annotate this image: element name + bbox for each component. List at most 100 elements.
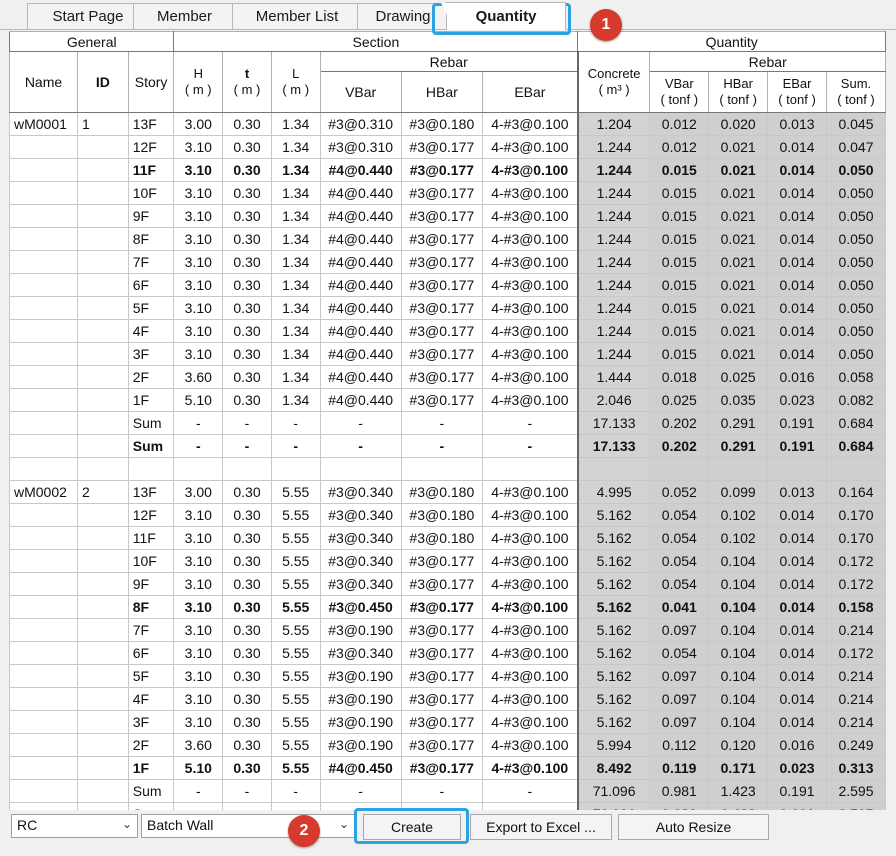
cell-q-ebar[interactable]: 0.014 <box>767 572 827 596</box>
cell-h[interactable]: 3.10 <box>173 250 224 274</box>
cell-q-ebar[interactable]: 0.014 <box>767 595 827 619</box>
cell-t[interactable]: 0.30 <box>222 503 272 527</box>
tab-quantity[interactable]: Quantity <box>441 2 566 31</box>
cell-vbar[interactable]: #3@0.190 <box>319 664 402 688</box>
cell-l[interactable]: 5.55 <box>270 756 321 780</box>
cell-story[interactable]: 12F <box>127 135 175 159</box>
cell-q-ebar[interactable] <box>767 457 827 481</box>
cell-q-vbar[interactable]: 0.054 <box>649 503 710 527</box>
cell-ebar[interactable]: 4-#3@0.100 <box>481 319 579 343</box>
cell-q-vbar[interactable]: 0.054 <box>649 572 710 596</box>
cell-q-sum[interactable]: 0.684 <box>825 411 886 435</box>
cell-concrete[interactable]: 1.244 <box>576 250 651 274</box>
cell-q-ebar[interactable]: 0.014 <box>767 342 827 366</box>
cell-t[interactable]: 0.30 <box>222 572 272 596</box>
cell-q-sum[interactable]: 0.050 <box>825 319 886 343</box>
cell-t[interactable]: 0.30 <box>222 319 272 343</box>
cell-name[interactable] <box>9 802 78 810</box>
cell-q-hbar[interactable]: 0.104 <box>708 595 769 619</box>
tab-member[interactable]: Member <box>133 3 236 29</box>
cell-id[interactable] <box>77 273 129 297</box>
cell-l[interactable]: 1.34 <box>270 135 321 159</box>
cell-q-sum[interactable]: 0.214 <box>825 664 886 688</box>
table-row[interactable]: 9F 3.10 0.30 5.55 #3@0.340 #3@0.177 4-#3@0.100… <box>9 572 886 596</box>
cell-q-vbar[interactable]: 0.054 <box>649 526 710 550</box>
cell-story[interactable]: 1F <box>127 388 175 412</box>
cell-q-vbar[interactable]: 0.015 <box>649 204 710 228</box>
cell-q-ebar[interactable]: 0.014 <box>767 273 827 297</box>
cell-hbar[interactable]: #3@0.177 <box>400 181 483 205</box>
cell-l[interactable]: 1.34 <box>270 204 321 228</box>
cell-hbar[interactable]: #3@0.177 <box>400 549 483 573</box>
col-q-sum[interactable]: Sum. ( tonf ) <box>825 71 886 113</box>
cell-h[interactable]: 3.10 <box>173 273 224 297</box>
cell-t[interactable]: 0.30 <box>222 112 272 136</box>
cell-q-ebar[interactable]: 0.013 <box>767 480 827 504</box>
table-row[interactable]: 8F 3.10 0.30 5.55 #3@0.450 #3@0.177 4-#3@0.100… <box>9 595 886 619</box>
cell-id[interactable] <box>77 250 129 274</box>
cell-story[interactable]: 3F <box>127 342 175 366</box>
table-row[interactable]: 1F 5.10 0.30 1.34 #4@0.440 #3@0.177 4-#3@0.100… <box>9 388 886 412</box>
cell-t[interactable]: - <box>222 434 272 458</box>
cell-concrete[interactable]: 1.244 <box>576 181 651 205</box>
col-q-ebar[interactable]: EBar ( tonf ) <box>767 71 827 113</box>
cell-story[interactable]: 8F <box>127 227 175 251</box>
cell-story[interactable]: 3F <box>127 710 175 734</box>
cell-q-vbar[interactable]: 0.015 <box>649 319 710 343</box>
cell-q-ebar[interactable]: 0.014 <box>767 549 827 573</box>
cell-q-sum[interactable]: 0.050 <box>825 296 886 320</box>
cell-h[interactable]: 3.00 <box>173 112 224 136</box>
cell-t[interactable]: 0.30 <box>222 273 272 297</box>
cell-ebar[interactable]: 4-#3@0.100 <box>481 526 579 550</box>
cell-story[interactable]: 6F <box>127 273 175 297</box>
cell-name[interactable] <box>9 664 78 688</box>
cell-hbar[interactable]: #3@0.177 <box>400 618 483 642</box>
cell-l[interactable]: 1.34 <box>270 112 321 136</box>
cell-vbar[interactable]: - <box>319 434 402 458</box>
cell-hbar[interactable]: #3@0.177 <box>400 250 483 274</box>
cell-h[interactable]: - <box>173 411 224 435</box>
cell-q-hbar[interactable]: 0.171 <box>708 756 769 780</box>
cell-vbar[interactable]: #4@0.440 <box>319 227 402 251</box>
cell-h[interactable]: 3.10 <box>173 664 224 688</box>
cell-vbar[interactable]: #3@0.450 <box>319 595 402 619</box>
cell-id[interactable] <box>77 319 129 343</box>
cell-q-vbar[interactable]: 0.015 <box>649 181 710 205</box>
cell-hbar[interactable]: #3@0.177 <box>400 227 483 251</box>
cell-ebar[interactable]: 4-#3@0.100 <box>481 733 579 757</box>
cell-l[interactable]: - <box>270 411 321 435</box>
cell-hbar[interactable]: #3@0.180 <box>400 480 483 504</box>
cell-story[interactable]: 13F <box>127 112 175 136</box>
cell-hbar[interactable]: #3@0.177 <box>400 204 483 228</box>
cell-ebar[interactable]: 4-#3@0.100 <box>481 641 579 665</box>
cell-l[interactable]: 1.34 <box>270 181 321 205</box>
table-row[interactable]: Sum------71.0960.9811.4230.1912.595 <box>9 779 886 803</box>
cell-q-sum[interactable]: 0.050 <box>825 250 886 274</box>
cell-concrete[interactable]: 71.096 <box>576 802 651 810</box>
table-row[interactable]: 10F 3.10 0.30 1.34 #4@0.440 #3@0.177 4-#3@0.10… <box>9 181 886 205</box>
cell-hbar[interactable]: #3@0.177 <box>400 595 483 619</box>
cell-id[interactable] <box>77 296 129 320</box>
cell-story[interactable]: 5F <box>127 296 175 320</box>
cell-q-hbar[interactable]: 0.102 <box>708 526 769 550</box>
cell-h[interactable]: - <box>173 434 224 458</box>
table-row[interactable]: 3F 3.10 0.30 5.55 #3@0.190 #3@0.177 4-#3@0.100… <box>9 710 886 734</box>
cell-name[interactable] <box>9 595 78 619</box>
cell-q-sum[interactable]: 0.158 <box>825 595 886 619</box>
cell-ebar[interactable]: 4-#3@0.100 <box>481 273 579 297</box>
quantity-grid[interactable]: General Section Quantity Name ID Story H… <box>9 31 886 810</box>
cell-t[interactable]: 0.30 <box>222 480 272 504</box>
cell-concrete[interactable]: 5.162 <box>576 549 651 573</box>
table-row[interactable]: 11F 3.10 0.30 5.55 #3@0.340 #3@0.180 4-#3@0.10… <box>9 526 886 550</box>
cell-h[interactable]: 3.10 <box>173 135 224 159</box>
cell-hbar[interactable] <box>400 457 483 481</box>
cell-t[interactable]: 0.30 <box>222 687 272 711</box>
cell-q-ebar[interactable]: 0.014 <box>767 526 827 550</box>
cell-q-hbar[interactable]: 0.099 <box>708 480 769 504</box>
cell-ebar[interactable]: 4-#3@0.100 <box>481 710 579 734</box>
cell-story[interactable]: Sum <box>127 779 175 803</box>
cell-hbar[interactable]: #3@0.177 <box>400 733 483 757</box>
cell-id[interactable] <box>77 365 129 389</box>
cell-concrete[interactable]: 5.162 <box>576 526 651 550</box>
cell-q-vbar[interactable]: 0.015 <box>649 296 710 320</box>
